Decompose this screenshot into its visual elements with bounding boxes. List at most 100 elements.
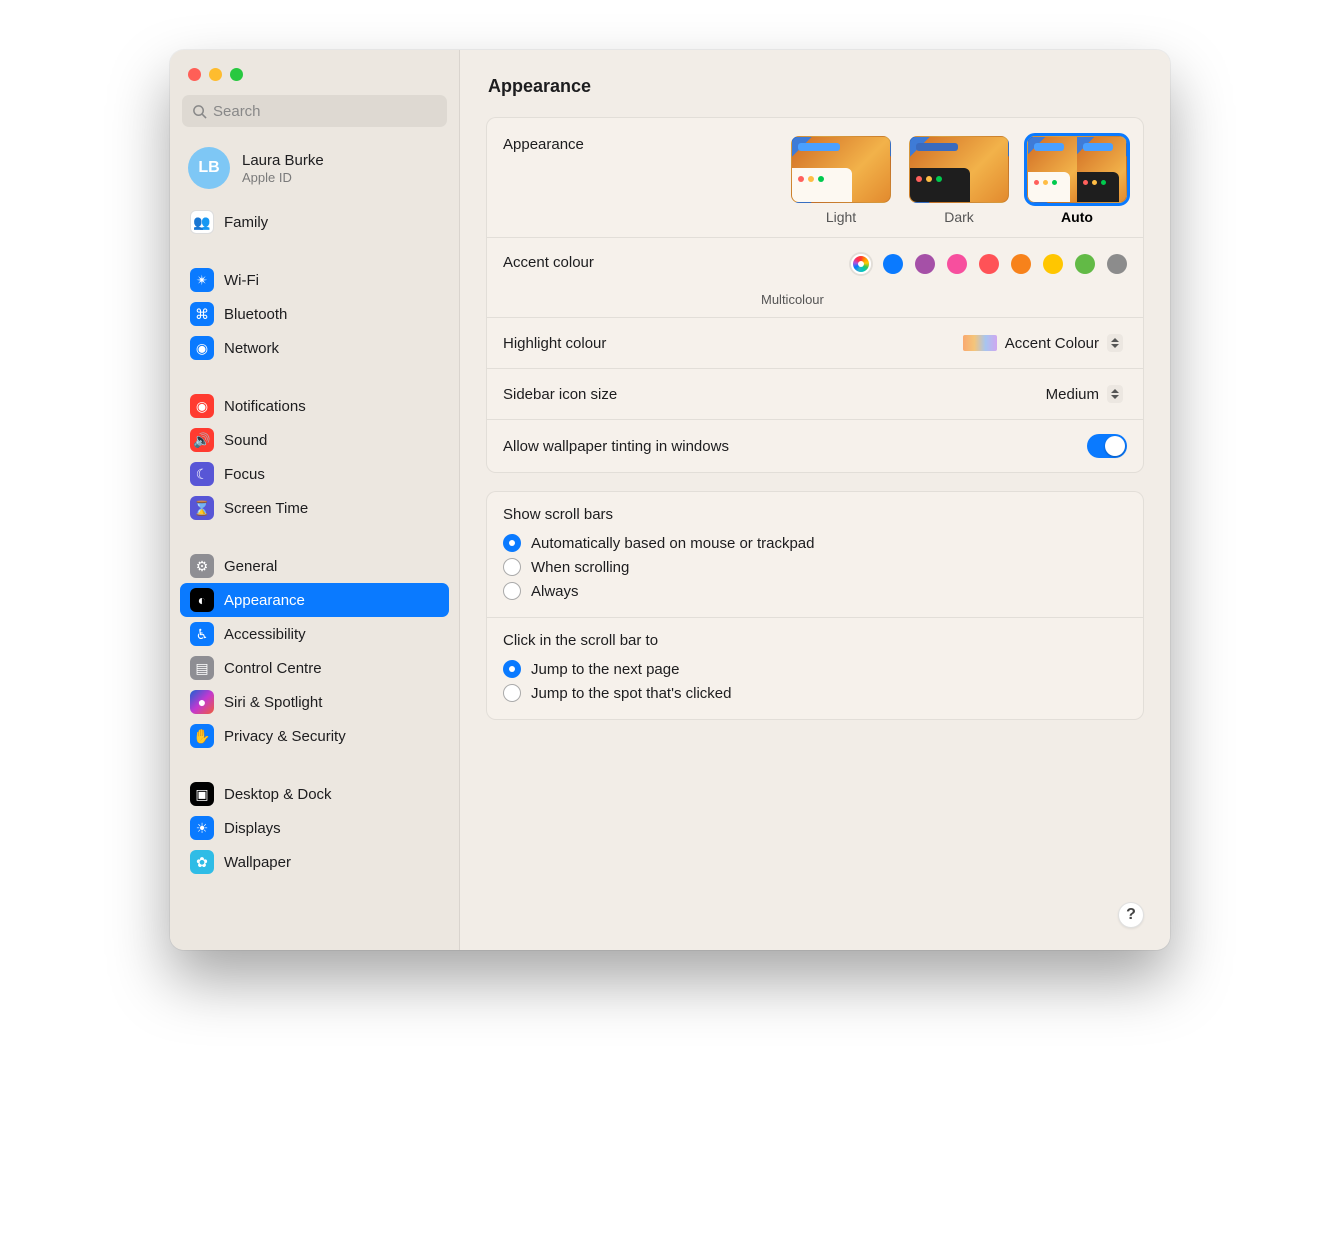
sidebar-item-label: Family [224,214,268,231]
scrollbars-option[interactable]: When scrolling [503,555,1127,579]
sidebar-item-label: Notifications [224,398,306,415]
accent-multicolour[interactable] [851,254,871,274]
appearance-option-dark[interactable]: Dark [909,136,1009,225]
sidebar-item-wallpaper[interactable]: ✿ Wallpaper [180,845,449,879]
accent-blue[interactable] [883,254,903,274]
sidebar-item-network[interactable]: ◉Network [180,331,449,365]
appearance-icon: ◐ [190,588,214,612]
sidebar-item-displays[interactable]: ☀ Displays [180,811,449,845]
sidebar-item-label: Wi-Fi [224,272,259,289]
wifi-icon: ✴︎ [190,268,214,292]
network-icon: ◉ [190,336,214,360]
sidebar-item-notifications[interactable]: ◉ Notifications [180,389,449,423]
radio-icon [503,684,521,702]
scrollbars-option[interactable]: Always [503,579,1127,603]
accent-orange[interactable] [1011,254,1031,274]
sound-icon: 🔊 [190,428,214,452]
sidebar-item-appearance[interactable]: ◐Appearance [180,583,449,617]
accent-caption: Multicolour [503,292,1127,307]
accent-swatches [851,254,1127,274]
highlight-gradient-icon [963,335,997,351]
highlight-value: Accent Colour [1005,335,1099,352]
account-name: Laura Burke [242,152,324,170]
sidebar-item-bluetooth[interactable]: ⌘Bluetooth [180,297,449,331]
minimize-button[interactable] [209,68,222,81]
main-pane: Appearance Appearance Light Dark Auto Acce… [460,50,1170,950]
sidebar-item-control-centre[interactable]: ▤Control Centre [180,651,449,685]
appearance-label: Appearance [503,136,584,153]
chevron-updown-icon [1107,385,1123,403]
wallpaper-icon: ✿ [190,850,214,874]
sidebar-item-family[interactable]: 👥 Family [180,205,449,239]
accent-red[interactable] [979,254,999,274]
clickscroll-section: Click in the scroll bar to Jump to the n… [487,618,1143,719]
tinting-toggle[interactable] [1087,434,1127,458]
sidebaricon-row: Sidebar icon size Medium [487,369,1143,420]
radio-icon [503,558,521,576]
appearance-option-light[interactable]: Light [791,136,891,225]
maximize-button[interactable] [230,68,243,81]
accent-green[interactable] [1075,254,1095,274]
account-row[interactable]: LB Laura Burke Apple ID [170,137,459,201]
radio-label: Always [531,583,579,600]
tinting-row: Allow wallpaper tinting in windows [487,420,1143,472]
sidebar-item-screen-time[interactable]: ⌛ Screen Time [180,491,449,525]
sidebar-item-label: Privacy & Security [224,728,346,745]
accent-graphite[interactable] [1107,254,1127,274]
radio-icon [503,660,521,678]
sidebar-item-label: Focus [224,466,265,483]
appearance-thumb-auto [1027,136,1127,203]
appearance-caption: Dark [944,209,974,225]
family-icon: 👥 [190,210,214,234]
page-title: Appearance [488,76,1144,97]
sidebar-item-label: General [224,558,277,575]
search-icon [192,104,207,119]
appearance-card: Appearance Light Dark Auto Accent colour M… [486,117,1144,473]
radio-label: Automatically based on mouse or trackpad [531,535,814,552]
sidebar-item-label: Screen Time [224,500,308,517]
accent-pink[interactable] [947,254,967,274]
sidebar-item-general[interactable]: ⚙ General [180,549,449,583]
help-button[interactable]: ? [1118,902,1144,928]
radio-label: Jump to the spot that's clicked [531,685,731,702]
scroll-card: Show scroll bars Automatically based on … [486,491,1144,720]
sidebar-item-label: Siri & Spotlight [224,694,322,711]
sidebar-item-desktop-dock[interactable]: ▣Desktop & Dock [180,777,449,811]
accent-purple[interactable] [915,254,935,274]
sidebar-item-privacy-security[interactable]: ✋Privacy & Security [180,719,449,753]
sidebar-item-label: Displays [224,820,281,837]
close-button[interactable] [188,68,201,81]
notifications-icon: ◉ [190,394,214,418]
sidebar-item-accessibility[interactable]: ♿︎Accessibility [180,617,449,651]
general-icon: ⚙ [190,554,214,578]
sidebar-item-label: Control Centre [224,660,322,677]
bluetooth-icon: ⌘ [190,302,214,326]
search-placeholder: Search [213,103,261,120]
search-input[interactable]: Search [182,95,447,127]
sidebar-item-siri-spotlight[interactable]: ● Siri & Spotlight [180,685,449,719]
sidebar-item-label: Accessibility [224,626,306,643]
highlight-row: Highlight colour Accent Colour [487,318,1143,369]
accent-row: Accent colour Multicolour [487,238,1143,318]
sidebar-item-label: Sound [224,432,267,449]
sidebar-item-wi-fi[interactable]: ✴︎ Wi-Fi [180,263,449,297]
radio-label: Jump to the next page [531,661,679,678]
appearance-thumb-dark [909,136,1009,203]
clickscroll-option[interactable]: Jump to the next page [503,657,1127,681]
siri-icon: ● [190,690,214,714]
appearance-option-auto[interactable]: Auto [1027,136,1127,225]
screentime-icon: ⌛ [190,496,214,520]
clickscroll-heading: Click in the scroll bar to [503,632,1127,649]
settings-window: Search LB Laura Burke Apple ID 👥 Family ✴︎… [170,50,1170,950]
avatar: LB [188,147,230,189]
tinting-label: Allow wallpaper tinting in windows [503,438,729,455]
clickscroll-option[interactable]: Jump to the spot that's clicked [503,681,1127,705]
scrollbars-option[interactable]: Automatically based on mouse or trackpad [503,531,1127,555]
sidebar-item-label: Wallpaper [224,854,291,871]
sidebar-item-sound[interactable]: 🔊 Sound [180,423,449,457]
accent-yellow[interactable] [1043,254,1063,274]
highlight-popup[interactable]: Accent Colour [955,332,1127,354]
sidebaricon-popup[interactable]: Medium [1038,383,1127,405]
displays-icon: ☀ [190,816,214,840]
sidebar-item-focus[interactable]: ☾Focus [180,457,449,491]
